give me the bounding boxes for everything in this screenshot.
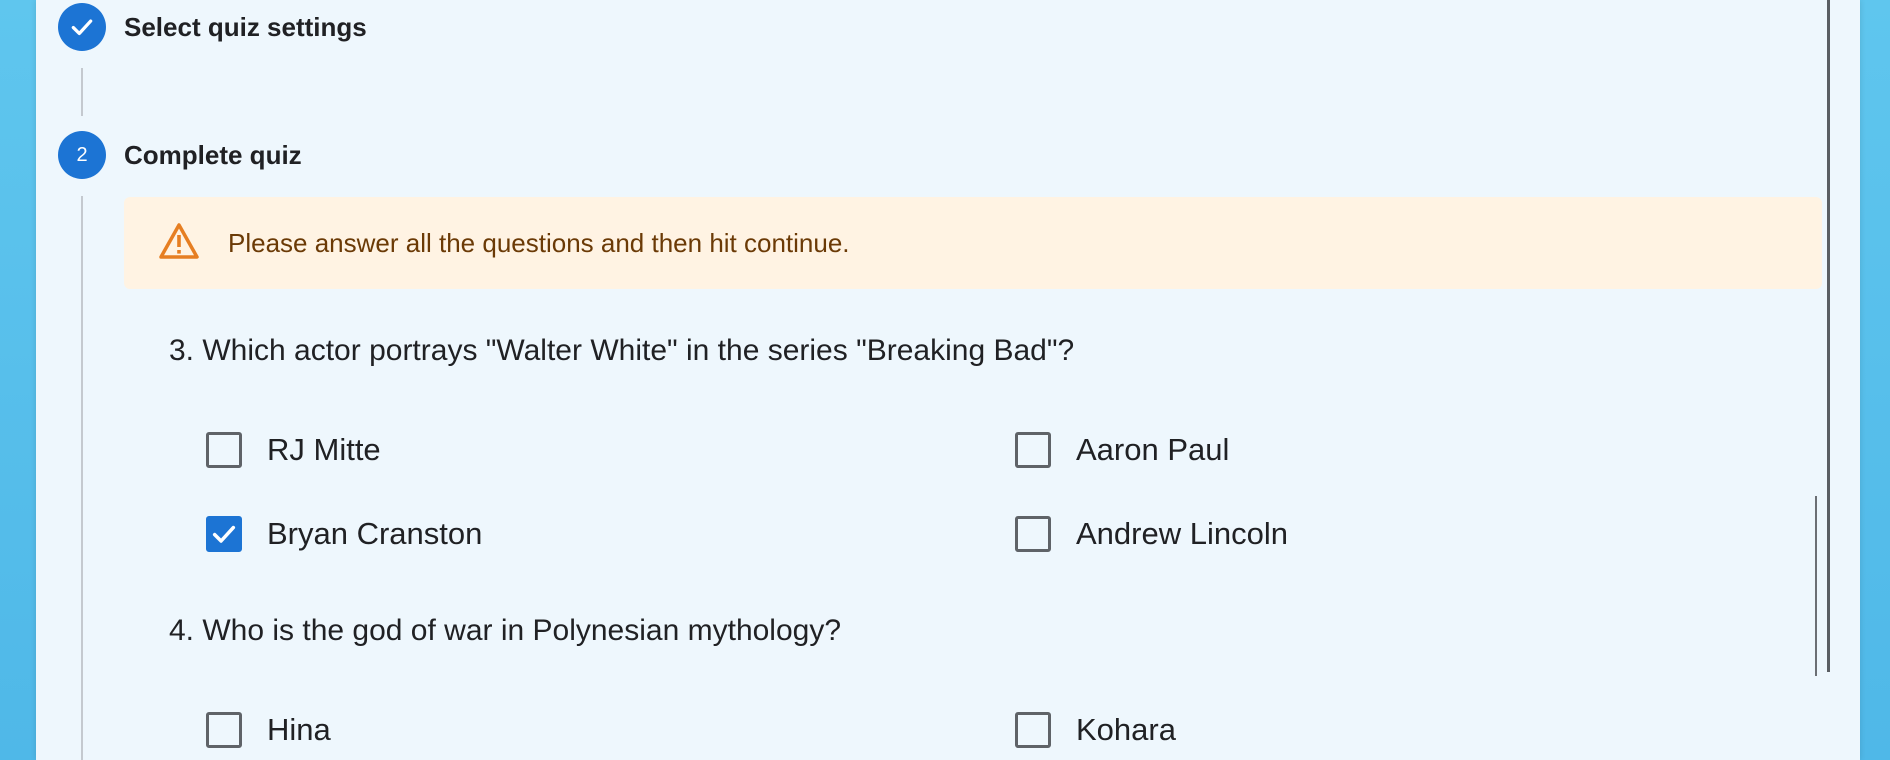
step-2-title: Complete quiz [124,139,302,170]
option-bryan-cranston[interactable]: Bryan Cranston [206,516,482,552]
step-completed-check-icon [58,3,106,51]
step-content-line [81,196,83,760]
page-scrollbar[interactable] [1827,0,1830,672]
quiz-card: Select quiz settings 2 Complete quiz Ple… [36,0,1860,760]
checkbox[interactable] [206,712,242,748]
checkbox[interactable] [1015,516,1051,552]
checkbox-checked[interactable] [206,516,242,552]
option-andrew-lincoln[interactable]: Andrew Lincoln [1015,516,1288,552]
checkbox[interactable] [1015,432,1051,468]
option-hina[interactable]: Hina [206,712,331,748]
step-connector [81,68,83,116]
option-label: RJ Mitte [267,432,381,467]
checkbox[interactable] [206,432,242,468]
check-icon [212,525,236,543]
option-label: Aaron Paul [1076,432,1230,467]
checkbox[interactable] [1015,712,1051,748]
step-2-header[interactable]: 2 Complete quiz [58,131,302,179]
option-label: Andrew Lincoln [1076,516,1288,551]
option-label: Bryan Cranston [267,516,483,551]
warning-icon [158,222,200,265]
question-4-text: 4. Who is the god of war in Polynesian m… [169,614,842,647]
step-1-title: Select quiz settings [124,11,367,42]
option-rj-mitte[interactable]: RJ Mitte [206,432,381,468]
option-label: Kohara [1076,712,1176,747]
step-1-header[interactable]: Select quiz settings [58,3,367,51]
alert-message: Please answer all the questions and then… [228,227,850,258]
option-aaron-paul[interactable]: Aaron Paul [1015,432,1229,468]
step-number-badge: 2 [58,131,106,179]
question-3-text: 3. Which actor portrays "Walter White" i… [169,334,1075,367]
option-kohara[interactable]: Kohara [1015,712,1176,748]
option-label: Hina [267,712,331,747]
inner-scrollbar[interactable] [1815,496,1817,676]
warning-alert: Please answer all the questions and then… [124,197,1822,289]
